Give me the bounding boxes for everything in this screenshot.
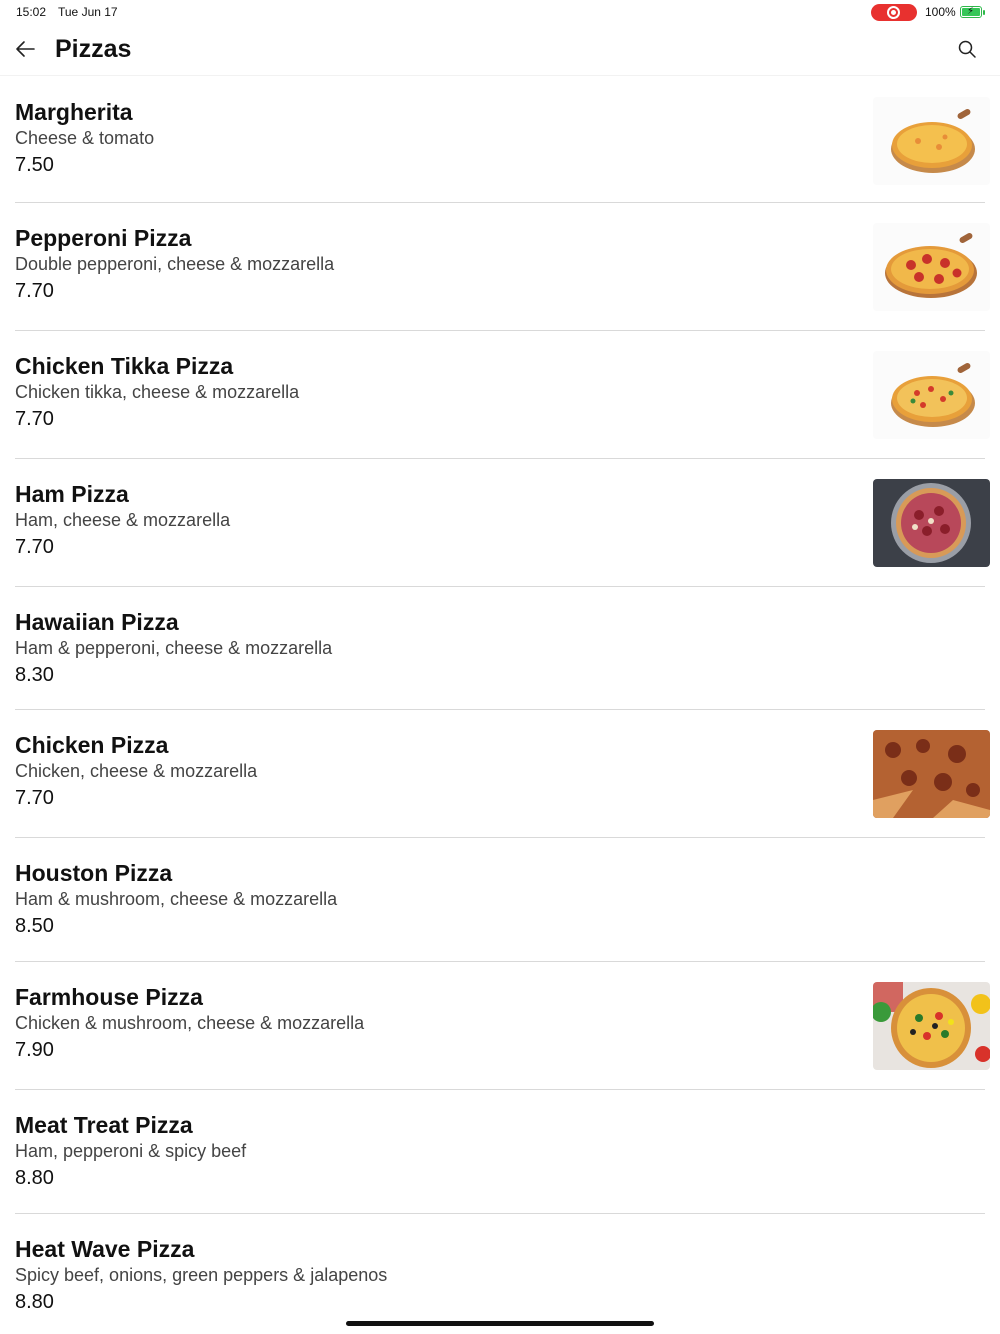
page-title: Pizzas: [55, 35, 132, 63]
search-icon: [958, 40, 976, 58]
app-bar: Pizzas: [0, 24, 1000, 76]
menu-item[interactable]: Hawaiian Pizza Ham & pepperoni, cheese &…: [15, 587, 985, 710]
item-price: 7.90: [15, 1039, 54, 1061]
item-name: Heat Wave Pizza: [15, 1236, 195, 1262]
item-name: Farmhouse Pizza: [15, 984, 203, 1010]
status-bar: 15:02 Tue Jun 17 100% ⚡: [0, 0, 1000, 24]
status-date: Tue Jun 17: [58, 5, 118, 19]
item-price: 8.50: [15, 915, 54, 937]
item-description: Chicken & mushroom, cheese & mozzarella: [15, 1013, 365, 1033]
screen-recording-icon[interactable]: [871, 4, 917, 21]
item-name: Chicken Tikka Pizza: [15, 353, 234, 379]
item-name: Hawaiian Pizza: [15, 609, 179, 635]
item-description: Double pepperoni, cheese & mozzarella: [15, 254, 335, 274]
farmhouse-pizza-image: [873, 982, 990, 1070]
item-name: Chicken Pizza: [15, 732, 169, 758]
item-name: Ham Pizza: [15, 481, 129, 507]
item-price: 7.70: [15, 787, 54, 809]
menu-item[interactable]: Farmhouse Pizza Chicken & mushroom, chee…: [15, 962, 990, 1090]
battery-percent: 100%: [925, 5, 956, 19]
pizza-list: Margherita Cheese & tomato 7.50 Pepperon…: [0, 77, 1000, 1334]
menu-item[interactable]: Houston Pizza Ham & mushroom, cheese & m…: [15, 838, 985, 962]
item-description: Chicken, cheese & mozzarella: [15, 761, 258, 781]
item-price: 8.30: [15, 664, 54, 686]
item-price: 7.70: [15, 280, 54, 302]
battery-charging-icon: ⚡: [960, 6, 982, 18]
ham-pizza-image: [873, 479, 990, 567]
menu-item[interactable]: Margherita Cheese & tomato 7.50: [15, 77, 990, 203]
item-price: 7.50: [15, 154, 54, 176]
menu-item[interactable]: Ham Pizza Ham, cheese & mozzarella 7.70: [15, 459, 990, 587]
item-description: Spicy beef, onions, green peppers & jala…: [15, 1265, 388, 1285]
item-description: Ham & mushroom, cheese & mozzarella: [15, 889, 338, 909]
item-description: Cheese & tomato: [15, 128, 155, 148]
item-description: Ham, cheese & mozzarella: [15, 510, 231, 530]
back-button[interactable]: [10, 34, 40, 64]
item-price: 8.80: [15, 1167, 54, 1189]
menu-item[interactable]: Pepperoni Pizza Double pepperoni, cheese…: [15, 203, 990, 331]
chicken-tikka-pizza-image: [873, 351, 990, 439]
item-name: Houston Pizza: [15, 860, 173, 886]
item-description: Ham, pepperoni & spicy beef: [15, 1141, 247, 1161]
item-name: Pepperoni Pizza: [15, 225, 192, 251]
menu-item[interactable]: Chicken Pizza Chicken, cheese & mozzarel…: [15, 710, 990, 838]
item-name: Meat Treat Pizza: [15, 1112, 193, 1138]
item-name: Margherita: [15, 99, 133, 125]
item-description: Chicken tikka, cheese & mozzarella: [15, 382, 300, 402]
battery-cap: [983, 10, 985, 15]
menu-item[interactable]: Heat Wave Pizza Spicy beef, onions, gree…: [15, 1214, 985, 1334]
item-price: 8.80: [15, 1291, 54, 1313]
item-price: 7.70: [15, 536, 54, 558]
pepperoni-pizza-image: [873, 223, 990, 311]
item-price: 7.70: [15, 408, 54, 430]
arrow-left-icon: [16, 41, 35, 57]
item-description: Ham & pepperoni, cheese & mozzarella: [15, 638, 333, 658]
status-time: 15:02: [16, 5, 47, 19]
home-indicator[interactable]: [346, 1321, 654, 1326]
chicken-pizza-image: [873, 730, 990, 818]
menu-item[interactable]: Meat Treat Pizza Ham, pepperoni & spicy …: [15, 1090, 985, 1214]
menu-item[interactable]: Chicken Tikka Pizza Chicken tikka, chees…: [15, 331, 990, 459]
search-button[interactable]: [954, 36, 980, 62]
margherita-pizza-image: [873, 97, 990, 185]
